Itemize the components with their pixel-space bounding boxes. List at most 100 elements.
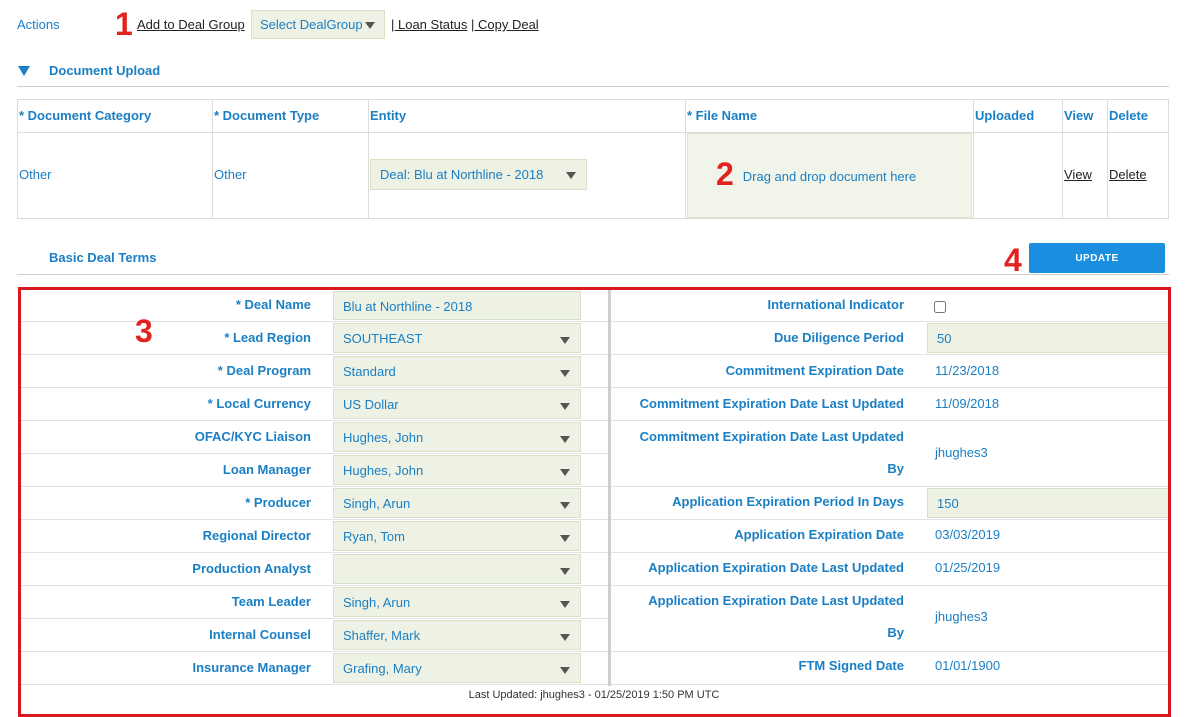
basic-deal-terms-title: Basic Deal Terms [49,250,157,265]
insurance-manager-label: Insurance Manager [192,660,312,675]
loan-manager-select[interactable]: Hughes, John [333,455,581,485]
row-separator [611,321,1168,322]
header-delete: Delete [1107,99,1169,133]
commitment-exp-last-updated-by-label: Commitment Expiration Date Last Updated [639,429,904,444]
lead-region-value: SOUTHEAST [343,331,423,346]
international-indicator-label: International Indicator [767,297,904,312]
actions-label: Actions [17,17,60,32]
chevron-down-icon [560,436,570,443]
due-diligence-input[interactable]: 50 [927,323,1169,353]
team-leader-select[interactable]: Singh, Arun [333,587,581,617]
insurance-manager-select[interactable]: Grafing, Mary [333,653,581,683]
row-separator [21,651,608,652]
app-exp-last-updated-label: Application Expiration Date Last Updated [648,560,904,575]
internal-counsel-label: Internal Counsel [209,627,311,642]
section-divider [17,274,1169,275]
cell-uploaded [973,132,1063,219]
row-separator [611,585,1168,586]
ofac-kyc-liaison-label: OFAC/KYC Liaison [194,429,311,444]
commitment-expiration-value: 11/23/2018 [935,363,1000,378]
cell-type: Other [212,132,369,219]
lead-region-label: * Lead Region [224,330,311,345]
entity-value: Deal: Blu at Northline - 2018 [380,167,544,182]
header-file-name: * File Name [685,99,974,133]
delete-link[interactable]: Delete [1109,167,1147,182]
commitment-exp-last-updated-value: 11/09/2018 [935,396,1000,411]
type-value: Other [214,167,247,182]
ofac-kyc-liaison-value: Hughes, John [343,430,424,445]
chevron-down-icon [560,337,570,344]
row-separator [611,420,1168,421]
ofac-kyc-liaison-select[interactable]: Hughes, John [333,422,581,452]
due-diligence-value: 50 [937,331,952,346]
row-separator [21,354,608,355]
deal-name-value: Blu at Northline - 2018 [343,299,473,314]
local-currency-label: * Local Currency [207,396,311,411]
loan-manager-label: Loan Manager [222,462,311,477]
callout-4: 4 [1004,242,1022,278]
row-separator [611,354,1168,355]
deal-program-value: Standard [343,364,396,379]
deal-program-select[interactable]: Standard [333,356,581,386]
row-separator [21,618,608,619]
commitment-expiration-label: Commitment Expiration Date [725,363,904,378]
chevron-down-icon [365,22,375,29]
app-exp-last-updated-by-label: Application Expiration Date Last Updated [648,593,904,608]
due-diligence-label: Due Diligence Period [773,330,904,345]
production-analyst-select[interactable] [333,554,581,584]
dropzone-text: Drag and drop document here [742,169,917,184]
cell-delete: Delete [1107,132,1169,219]
entity-dropdown[interactable]: Deal: Blu at Northline - 2018 [370,159,587,190]
app-exp-period-label: Application Expiration Period In Days [672,494,904,509]
deal-name-input[interactable]: Blu at Northline - 2018 [333,291,581,320]
producer-label: * Producer [245,495,311,510]
chevron-down-icon [560,667,570,674]
producer-value: Singh, Arun [343,496,411,511]
app-exp-last-updated-value: 01/25/2019 [935,560,1001,575]
view-link[interactable]: View [1064,167,1092,182]
regional-director-value: Ryan, Tom [343,529,405,544]
regional-director-label: Regional Director [202,528,311,543]
deal-program-label: * Deal Program [217,363,311,378]
loan-manager-value: Hughes, John [343,463,424,478]
app-expiration-value: 03/03/2019 [935,527,1001,542]
international-indicator-checkbox[interactable] [934,301,946,313]
app-exp-period-value: 150 [937,496,959,511]
ftm-signed-date-value: 01/01/1900 [935,658,1001,673]
chevron-down-icon [560,535,570,542]
cell-view: View [1062,132,1108,219]
row-separator [611,387,1168,388]
chevron-down-icon [560,469,570,476]
chevron-down-icon [560,601,570,608]
copy-deal-link[interactable]: | Copy Deal [471,17,539,32]
row-separator [611,486,1168,487]
internal-counsel-select[interactable]: Shaffer, Mark [333,620,581,650]
cell-entity: Deal: Blu at Northline - 2018 [368,132,686,219]
chevron-down-icon [560,502,570,509]
row-separator [21,519,608,520]
category-value: Other [19,167,52,182]
producer-select[interactable]: Singh, Arun [333,488,581,518]
collapse-triangle-icon[interactable] [18,66,30,76]
chevron-down-icon [560,370,570,377]
row-separator [611,519,1168,520]
row-separator [21,387,608,388]
production-analyst-label: Production Analyst [192,561,311,576]
update-button[interactable]: UPDATE [1029,243,1165,273]
deal-name-label: * Deal Name [235,297,311,312]
app-exp-period-input[interactable]: 150 [927,488,1169,518]
commitment-exp-last-updated-by-label-2: By [887,461,904,476]
regional-director-select[interactable]: Ryan, Tom [333,521,581,551]
local-currency-value: US Dollar [343,397,399,412]
document-upload-table: * Document Category * Document Type Enti… [17,99,1169,219]
app-exp-last-updated-by-value: jhughes3 [935,609,988,624]
row-separator [21,486,608,487]
column-divider [608,290,611,686]
add-to-deal-group-link[interactable]: Add to Deal Group [137,17,245,32]
header-view: View [1062,99,1108,133]
lead-region-select[interactable]: SOUTHEAST [333,323,581,353]
local-currency-select[interactable]: US Dollar [333,389,581,419]
loan-status-link[interactable]: | Loan Status [391,17,467,32]
select-deal-group-dropdown[interactable]: Select DealGroup [251,10,385,39]
select-deal-group-value: Select DealGroup [260,17,363,32]
